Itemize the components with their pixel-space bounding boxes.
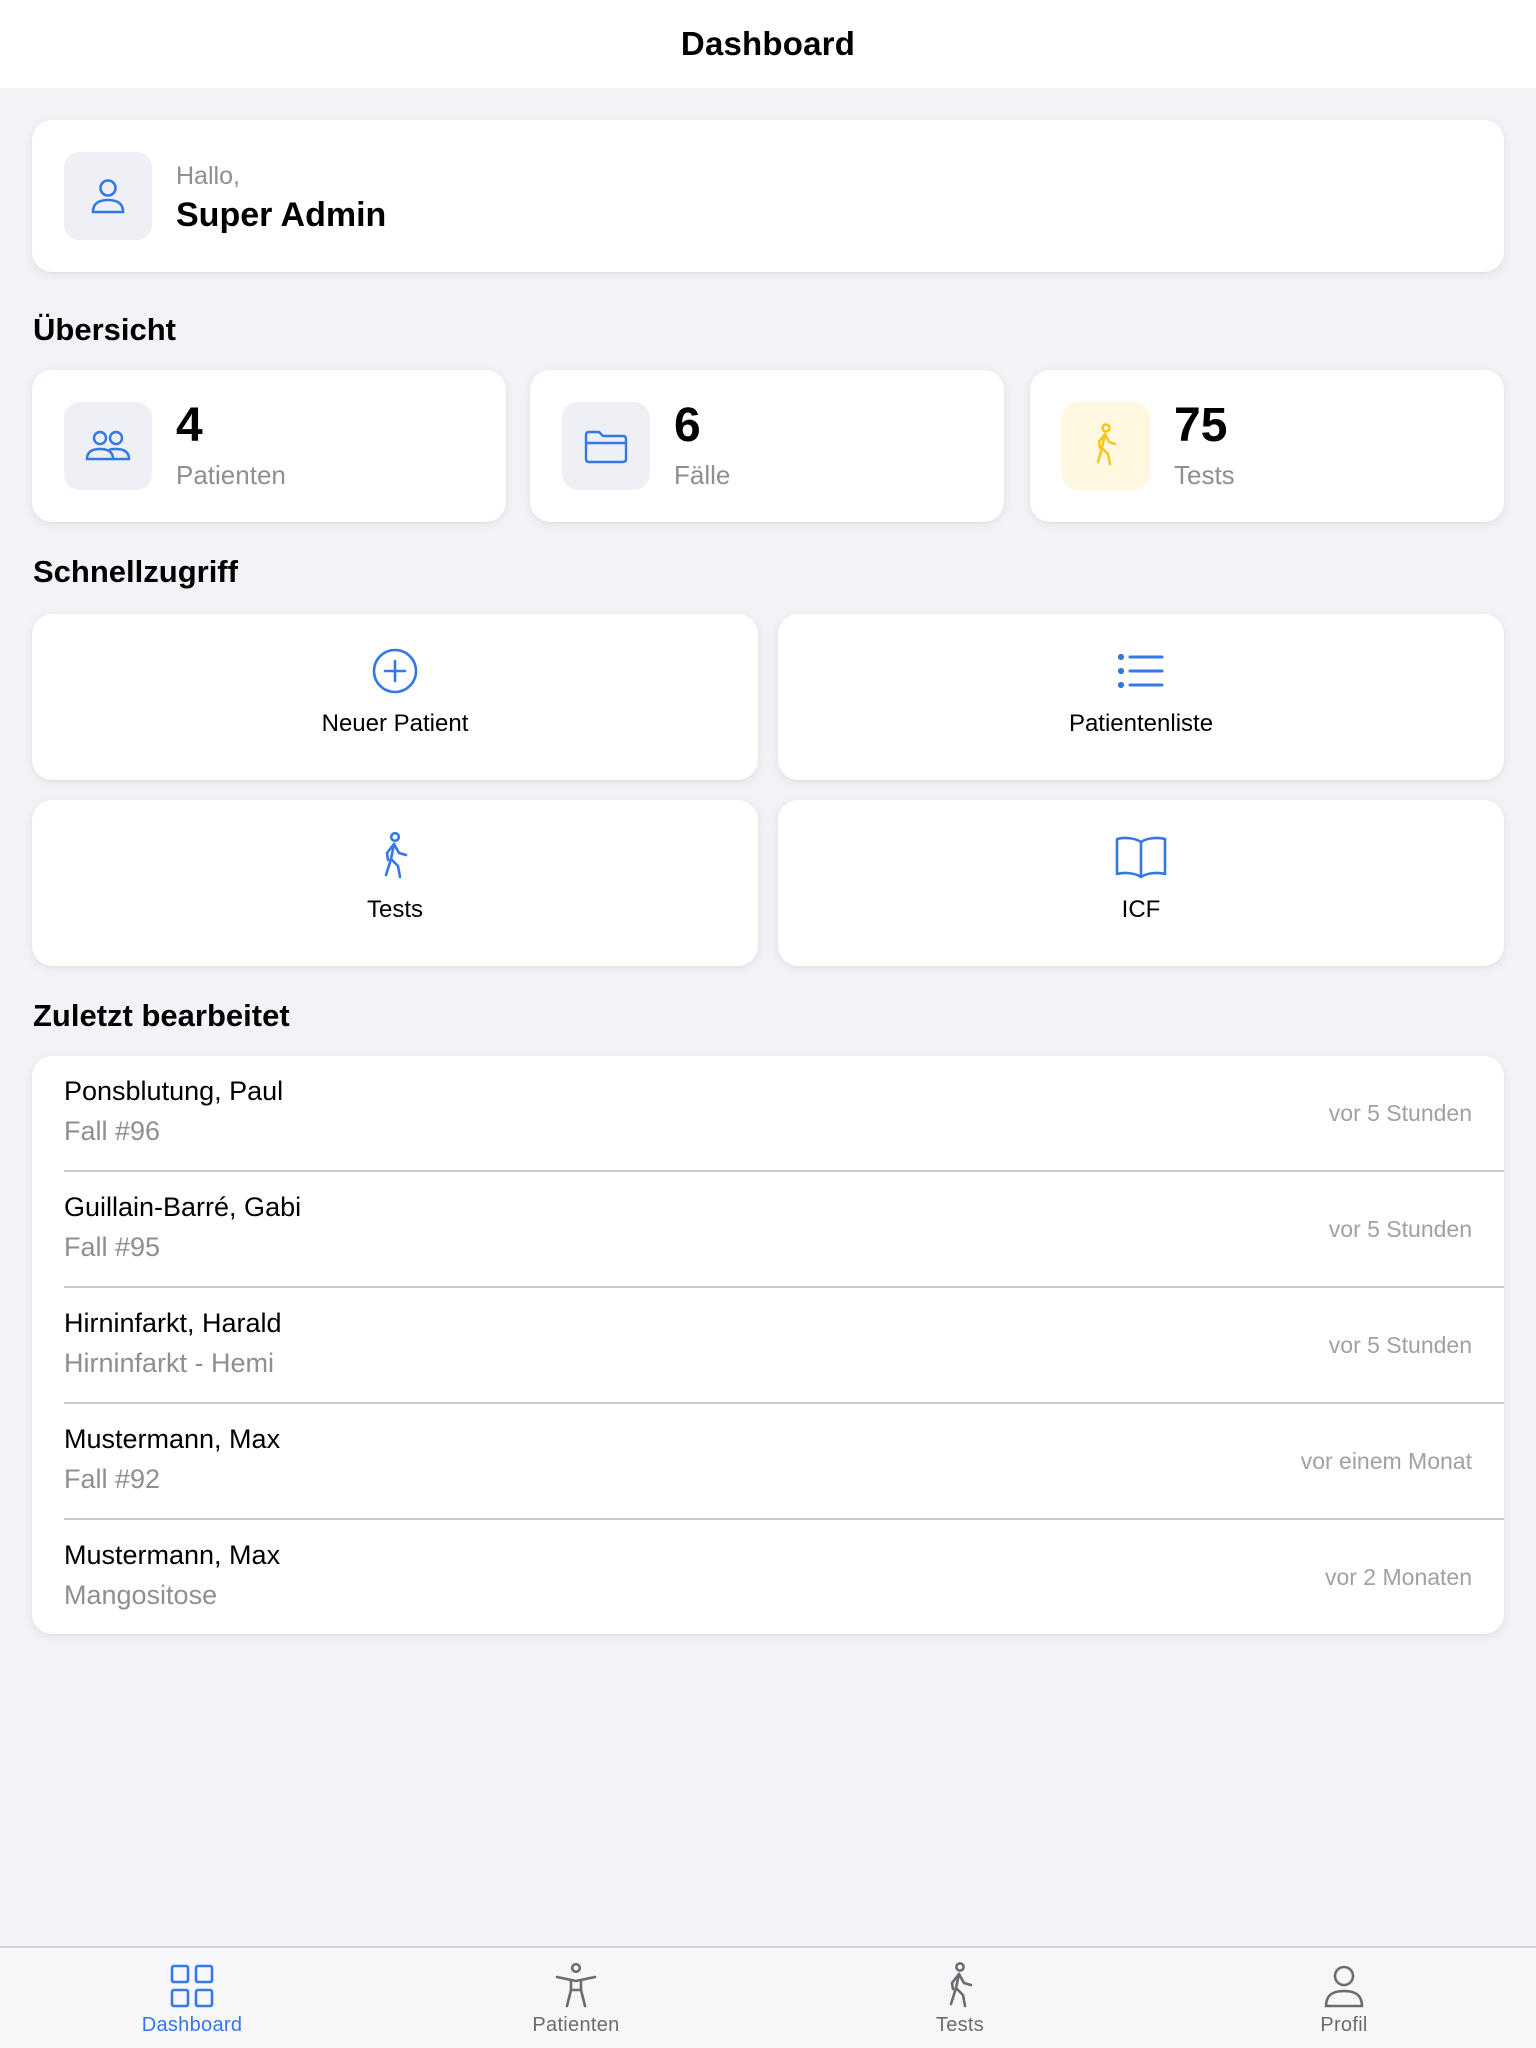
folder-icon — [584, 430, 628, 464]
recent-list: Ponsblutung, Paul Fall #96 vor 5 Stunden… — [32, 1056, 1504, 1634]
patient-name: Guillain-Barré, Gabi — [64, 1192, 302, 1222]
stat-icon-tile — [1062, 402, 1150, 490]
person-icon — [1324, 1965, 1364, 2008]
tab-profile[interactable]: Profil — [1152, 1948, 1536, 2048]
list-icon — [1117, 653, 1164, 689]
stat-card-patients[interactable]: 4 Patienten — [32, 370, 506, 522]
stat-icon-tile — [562, 402, 650, 490]
quick-access-label: Patientenliste — [1068, 710, 1214, 737]
grid-icon — [170, 1964, 214, 2008]
tab-label: Profil — [1320, 2014, 1368, 2036]
tests-button[interactable]: Tests — [32, 800, 758, 966]
tab-tests[interactable]: Tests — [768, 1948, 1152, 2048]
icf-button[interactable]: ICF — [778, 800, 1504, 966]
stat-label: Tests — [1174, 460, 1235, 490]
stat-value: 4 — [176, 399, 203, 452]
patient-name: Hirninfarkt, Harald — [64, 1308, 282, 1338]
stat-label: Fälle — [674, 460, 731, 490]
timestamp: vor einem Monat — [1300, 1448, 1472, 1474]
tab-patients[interactable]: Patienten — [384, 1948, 768, 2048]
patient-name: Ponsblutung, Paul — [64, 1076, 284, 1106]
tab-bar: Dashboard Patienten Tests Profil — [0, 1946, 1536, 2048]
walking-figure-icon — [1096, 423, 1117, 466]
tab-label: Tests — [935, 2014, 985, 2036]
patient-name: Mustermann, Max — [64, 1540, 281, 1570]
quick-access-label: Neuer Patient — [321, 710, 469, 737]
patient-name: Mustermann, Max — [64, 1424, 281, 1454]
overview-title: Übersicht — [33, 312, 176, 347]
accessibility-figure-icon — [555, 1962, 597, 2008]
stat-card-tests[interactable]: 75 Tests — [1030, 370, 1504, 522]
quick-access-label: Tests — [366, 896, 423, 923]
page-title: Dashboard — [680, 25, 856, 62]
stat-label: Patienten — [176, 460, 286, 490]
list-item[interactable]: Mustermann, Max Fall #92 vor einem Monat — [32, 1404, 1504, 1520]
people-icon — [85, 430, 131, 461]
case-label: Fall #96 — [64, 1116, 161, 1146]
timestamp: vor 5 Stunden — [1328, 1100, 1472, 1126]
tab-label: Dashboard — [141, 2014, 243, 2036]
list-item[interactable]: Mustermann, Max Mangositose vor 2 Monate… — [32, 1520, 1504, 1634]
user-name: Super Admin — [176, 196, 387, 234]
quick-access-title: Schnellzugriff — [33, 554, 238, 589]
navigation-bar: Dashboard — [0, 0, 1536, 88]
new-patient-button[interactable]: Neuer Patient — [32, 614, 758, 780]
list-item[interactable]: Hirninfarkt, Harald Hirninfarkt - Hemi v… — [32, 1288, 1504, 1404]
person-icon — [91, 179, 125, 214]
case-label: Fall #92 — [64, 1464, 161, 1494]
stat-card-cases[interactable]: 6 Fälle — [530, 370, 1004, 522]
case-label: Hirninfarkt - Hemi — [64, 1348, 275, 1378]
tab-label: Patienten — [532, 2014, 620, 2036]
case-label: Mangositose — [64, 1580, 218, 1610]
greeting-text: Hallo, — [176, 162, 240, 190]
stat-value: 6 — [674, 399, 701, 452]
case-label: Fall #95 — [64, 1232, 161, 1262]
timestamp: vor 2 Monaten — [1324, 1564, 1472, 1590]
timestamp: vor 5 Stunden — [1328, 1216, 1472, 1242]
recent-title: Zuletzt bearbeitet — [33, 998, 290, 1033]
timestamp: vor 5 Stunden — [1328, 1332, 1472, 1358]
quick-access-label: ICF — [1121, 896, 1161, 923]
plus-circle-icon — [372, 648, 418, 694]
greeting-card: Hallo, Super Admin — [32, 120, 1504, 272]
walking-figure-icon — [384, 831, 408, 879]
list-item[interactable]: Guillain-Barré, Gabi Fall #95 vor 5 Stun… — [32, 1172, 1504, 1288]
stat-value: 75 — [1174, 399, 1228, 452]
avatar — [64, 152, 152, 240]
stat-icon-tile — [64, 402, 152, 490]
tab-dashboard[interactable]: Dashboard — [0, 1948, 384, 2048]
walking-figure-icon — [949, 1962, 973, 2008]
list-item[interactable]: Ponsblutung, Paul Fall #96 vor 5 Stunden — [32, 1056, 1504, 1172]
patient-list-button[interactable]: Patientenliste — [778, 614, 1504, 780]
book-icon — [1115, 836, 1167, 879]
